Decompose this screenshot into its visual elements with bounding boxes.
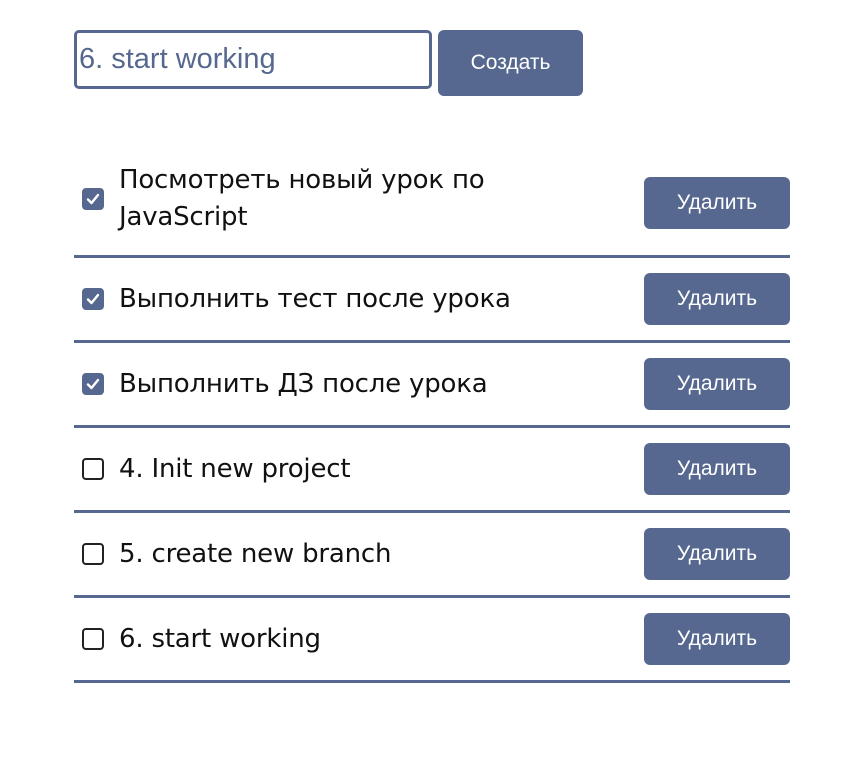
delete-button[interactable]: Удалить [644, 528, 790, 580]
todo-form: Создать [74, 30, 583, 96]
todo-checkbox[interactable] [82, 458, 104, 480]
checkmark-icon [86, 378, 100, 390]
todo-item: Посмотреть новый урок по JavaScript Удал… [74, 143, 790, 258]
todo-text: 5. create new branch [119, 538, 392, 569]
create-button[interactable]: Создать [438, 30, 583, 96]
todo-text: Посмотреть новый урок по JavaScript [119, 165, 485, 232]
todo-item: 5. create new branch Удалить [74, 513, 790, 598]
todo-checkbox[interactable] [82, 373, 104, 395]
todo-text: Выполнить ДЗ после урока [119, 368, 488, 399]
todo-checkbox[interactable] [82, 543, 104, 565]
todo-checkbox[interactable] [82, 288, 104, 310]
todo-input[interactable] [74, 30, 432, 89]
todo-item: Выполнить ДЗ после урока Удалить [74, 343, 790, 428]
checkmark-icon [86, 193, 100, 205]
delete-button[interactable]: Удалить [644, 273, 790, 325]
todo-item: Выполнить тест после урока Удалить [74, 258, 790, 343]
todo-text: Выполнить тест после урока [119, 283, 511, 314]
delete-button[interactable]: Удалить [644, 613, 790, 665]
todo-checkbox[interactable] [82, 188, 104, 210]
todo-item: 4. Init new project Удалить [74, 428, 790, 513]
todo-text: 6. start working [119, 623, 321, 654]
todo-list: Посмотреть новый урок по JavaScript Удал… [74, 143, 790, 683]
delete-button[interactable]: Удалить [644, 177, 790, 229]
delete-button[interactable]: Удалить [644, 443, 790, 495]
todo-text: 4. Init new project [119, 453, 351, 484]
delete-button[interactable]: Удалить [644, 358, 790, 410]
todo-item: 6. start working Удалить [74, 598, 790, 683]
todo-checkbox[interactable] [82, 628, 104, 650]
checkmark-icon [86, 293, 100, 305]
